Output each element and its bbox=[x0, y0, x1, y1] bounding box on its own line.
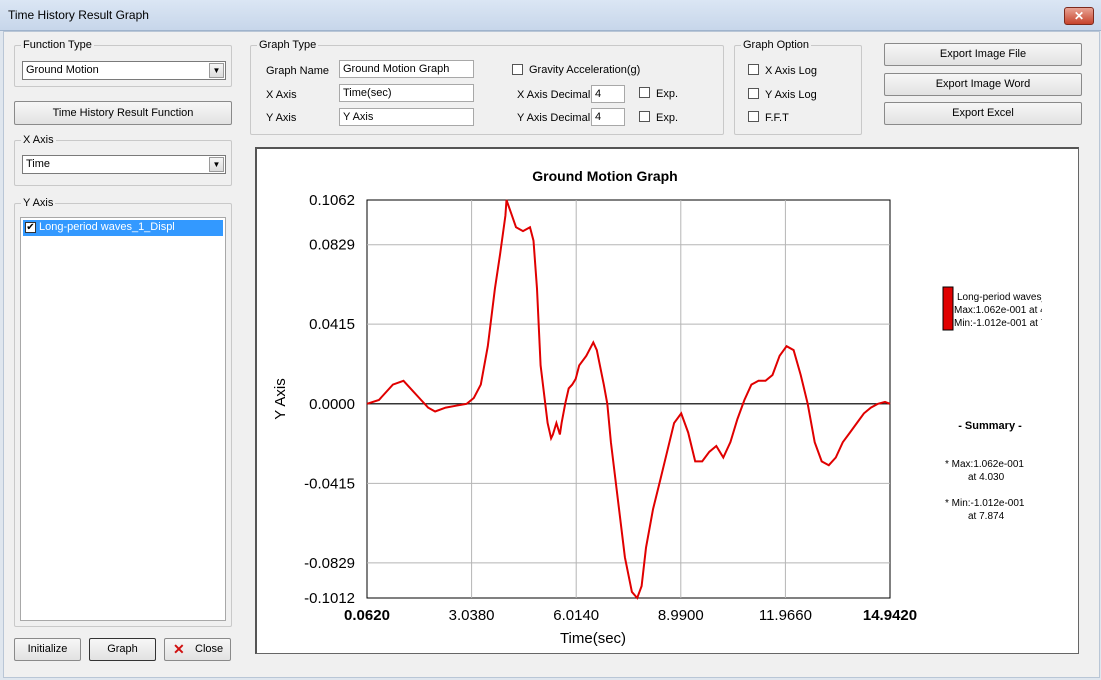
window-close-button[interactable]: ✕ bbox=[1064, 7, 1094, 25]
x-axis-title-label: X Axis bbox=[266, 89, 297, 101]
function-type-group: Function Type Ground Motion ▼ bbox=[14, 39, 232, 87]
function-type-legend: Function Type bbox=[21, 39, 94, 52]
x-tick-label: 14.9420 bbox=[863, 607, 917, 624]
x-exp-checkbox[interactable] bbox=[639, 87, 650, 98]
chevron-down-icon[interactable]: ▼ bbox=[209, 157, 224, 172]
graph-name-input[interactable]: Ground Motion Graph bbox=[339, 60, 474, 78]
y-tick-label: 0.0415 bbox=[309, 316, 355, 333]
y-axis-log-label: Y Axis Log bbox=[765, 89, 817, 101]
y-tick-label: -0.0829 bbox=[304, 555, 355, 572]
x-tick-label: 6.0140 bbox=[553, 607, 599, 624]
close-button[interactable]: ✕ Close bbox=[164, 638, 231, 661]
y-axis-title: Y Axis bbox=[272, 378, 289, 419]
legend-swatch bbox=[942, 286, 954, 331]
y-tick-label: 0.0829 bbox=[309, 237, 355, 254]
close-icon: ✕ bbox=[173, 641, 185, 657]
window-title: Time History Result Graph bbox=[8, 8, 149, 22]
x-axis-value: Time bbox=[26, 158, 51, 170]
function-type-select[interactable]: Ground Motion ▼ bbox=[22, 61, 226, 80]
x-tick-label: 8.9900 bbox=[658, 607, 704, 624]
chevron-down-icon[interactable]: ▼ bbox=[209, 63, 224, 78]
initialize-button[interactable]: Initialize bbox=[14, 638, 81, 661]
export-image-file-button[interactable]: Export Image File bbox=[884, 43, 1082, 66]
chart-svg: Ground Motion Graph 0.10620.08290.04150.… bbox=[272, 168, 1077, 647]
x-exp-label: Exp. bbox=[656, 88, 679, 100]
plot-area bbox=[366, 199, 891, 599]
y-axis-legend: Y Axis bbox=[21, 197, 56, 210]
summary-min-at: at 7.874 bbox=[968, 511, 1005, 522]
checkbox-checked-icon[interactable]: ✔ bbox=[25, 222, 36, 233]
y-tick-label: -0.0415 bbox=[304, 475, 355, 492]
y-axis-list[interactable]: ✔ Long-period waves_1_Displ bbox=[20, 217, 226, 621]
y-tick-label: 0.0000 bbox=[309, 396, 355, 413]
y-exp-checkbox[interactable] bbox=[639, 111, 650, 122]
x-axis-log-label: X Axis Log bbox=[765, 65, 817, 77]
x-axis-title: Time(sec) bbox=[560, 630, 626, 647]
fft-checkbox[interactable] bbox=[748, 111, 759, 122]
x-axis-log-checkbox[interactable] bbox=[748, 64, 759, 75]
x-decimal-label: X Axis Decimal bbox=[517, 89, 591, 101]
export-excel-button[interactable]: Export Excel bbox=[884, 102, 1082, 125]
summary-min: * Min:-1.012e-001 bbox=[945, 498, 1025, 509]
y-tick-label: -0.1012 bbox=[304, 590, 355, 607]
title-bar: Time History Result Graph ✕ bbox=[0, 0, 1101, 31]
list-item-label: Long-period waves_1_Displ bbox=[39, 221, 175, 233]
graph-panel: Ground Motion Graph 0.1062 0.0829 0.0415 0.… bbox=[255, 147, 1079, 654]
y-tick-label: 0.1062 bbox=[309, 192, 355, 209]
x-axis-title-input[interactable]: Time(sec) bbox=[339, 84, 474, 102]
y-decimal-label: Y Axis Decimal bbox=[517, 112, 591, 124]
graph-button[interactable]: Graph bbox=[89, 638, 156, 661]
x-decimal-input[interactable]: 4 bbox=[591, 85, 625, 103]
y-axis-title-label: Y Axis bbox=[266, 112, 297, 124]
graph-type-group: Graph Type Graph Name Ground Motion Grap… bbox=[250, 39, 724, 135]
time-history-result-function-button[interactable]: Time History Result Function bbox=[14, 101, 232, 125]
graph-option-legend: Graph Option bbox=[741, 39, 812, 52]
list-item[interactable]: ✔ Long-period waves_1_Displ bbox=[23, 220, 223, 236]
graph-option-group: Graph Option X Axis Log Y Axis Log F.F.T bbox=[734, 39, 862, 135]
x-tick-label: 11.9660 bbox=[759, 607, 812, 624]
fft-label: F.F.T bbox=[765, 112, 789, 124]
function-type-value: Ground Motion bbox=[26, 64, 99, 76]
y-axis-group: Y Axis ✔ Long-period waves_1_Displ bbox=[14, 197, 232, 627]
summary-title: - Summary - bbox=[958, 420, 1022, 432]
y-axis-log-checkbox[interactable] bbox=[748, 88, 759, 99]
y-axis-title-input[interactable]: Y Axis bbox=[339, 108, 474, 126]
summary-max-at: at 4.030 bbox=[968, 472, 1005, 483]
gravity-checkbox[interactable] bbox=[512, 64, 523, 75]
chart-title: Ground Motion Graph bbox=[532, 168, 677, 184]
y-exp-label: Exp. bbox=[656, 112, 679, 124]
x-axis-group: X Axis Time ▼ bbox=[14, 134, 232, 186]
graph-name-label: Graph Name bbox=[266, 65, 329, 77]
export-image-word-button[interactable]: Export Image Word bbox=[884, 73, 1082, 96]
x-axis-select[interactable]: Time ▼ bbox=[22, 155, 226, 174]
y-decimal-input[interactable]: 4 bbox=[591, 108, 625, 126]
x-tick-label: 3.0380 bbox=[449, 607, 495, 624]
summary-max: * Max:1.062e-001 bbox=[945, 459, 1024, 470]
x-axis-legend: X Axis bbox=[21, 134, 56, 147]
graph-type-legend: Graph Type bbox=[257, 39, 319, 52]
y-tick-labels: 0.1062 0.0829 0.0415 0.0000 -0.0415 -0.0829 -0… bbox=[304, 192, 355, 607]
close-button-label: Close bbox=[195, 643, 224, 655]
x-tick-label: 0.0620 bbox=[344, 607, 390, 624]
gravity-label: Gravity Acceleration(g) bbox=[529, 64, 641, 76]
x-tick-labels: 0.0620 3.0380 6.0140 8.9900 11.9660 14.9420 bbox=[344, 607, 917, 624]
